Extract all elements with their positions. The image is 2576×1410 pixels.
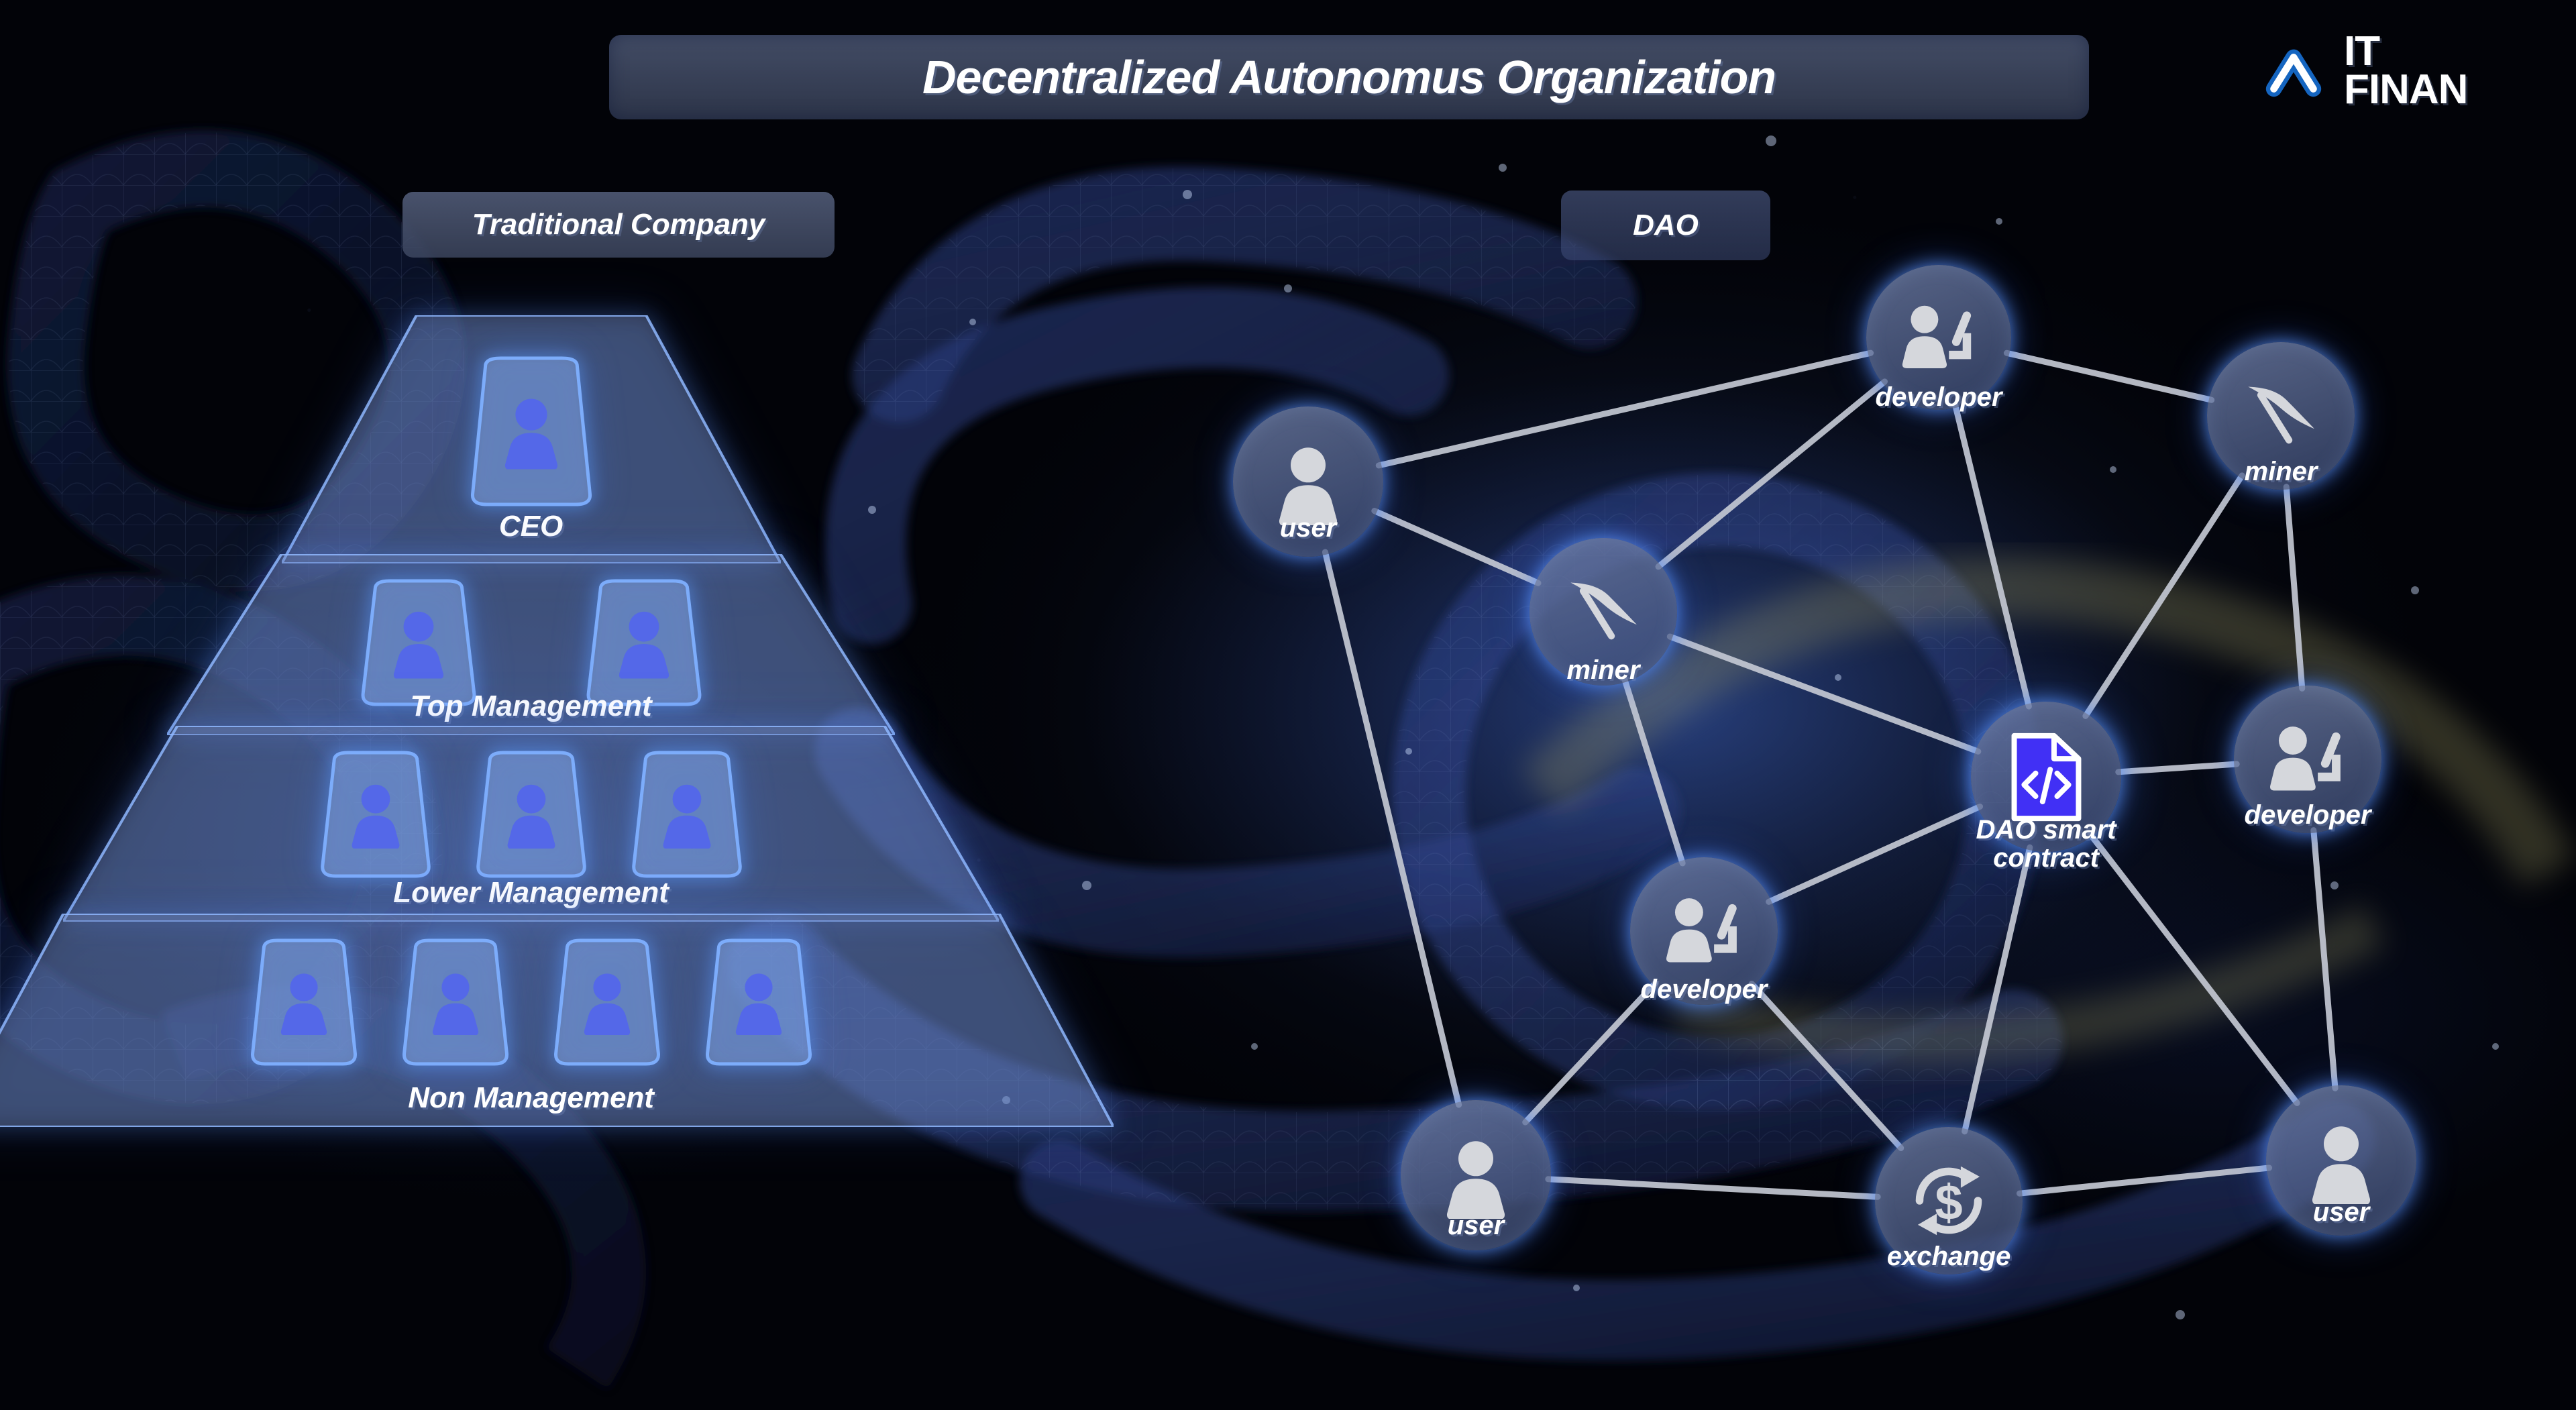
network-edge xyxy=(2310,827,2339,1091)
network-node-label: user xyxy=(1279,513,1337,543)
network-edge xyxy=(2003,349,2215,403)
svg-text:$: $ xyxy=(1935,1175,1962,1230)
dao-network-graph: user developer miner miner DAO smart con… xyxy=(0,0,2576,1410)
network-node-dao-smart-contract[interactable]: DAO smart contract xyxy=(1971,702,2121,872)
network-edge xyxy=(1655,378,1888,570)
network-edge xyxy=(1952,402,2032,710)
pickaxe-icon xyxy=(2248,386,2314,444)
exchange-icon: $ xyxy=(1915,1166,1982,1236)
network-node-developer-right[interactable]: developer xyxy=(2234,686,2381,833)
network-edge xyxy=(1748,980,1904,1152)
network-node-label: exchange xyxy=(1886,1242,2011,1271)
network-node-user-bottom-left[interactable]: user xyxy=(1401,1100,1551,1250)
network-edge xyxy=(1766,803,1984,905)
network-node-exchange[interactable]: $ exchange xyxy=(1875,1127,2023,1275)
network-edge xyxy=(2115,761,2240,775)
network-edge xyxy=(1545,1176,1881,1200)
network-node-label: DAO smart contract xyxy=(1976,815,2116,873)
network-edge xyxy=(2087,831,2300,1106)
network-edge xyxy=(1322,549,1462,1108)
network-node-label: developer xyxy=(2244,800,2371,830)
network-edge xyxy=(2283,484,2306,692)
network-edge xyxy=(2016,1164,2273,1197)
network-node-label: user xyxy=(1447,1211,1505,1240)
person-icon xyxy=(1279,447,1338,525)
person-icon xyxy=(1446,1141,1505,1219)
network-node-miner-mid-left[interactable]: miner xyxy=(1529,538,1677,686)
person-icon xyxy=(2312,1126,2371,1204)
network-node-miner-top-right[interactable]: miner xyxy=(2207,342,2355,490)
code-document-icon xyxy=(2011,733,2081,821)
network-node-label: developer xyxy=(1875,382,2002,412)
developer-icon xyxy=(1902,305,1971,368)
network-edge xyxy=(1375,349,1874,469)
network-node-label: developer xyxy=(1640,975,1768,1004)
pickaxe-icon xyxy=(1570,582,1637,640)
network-node-user-bottom-right[interactable]: user xyxy=(2266,1085,2416,1236)
network-edge xyxy=(1962,844,2033,1135)
network-node-label: miner xyxy=(1566,655,1640,685)
network-edge xyxy=(1371,508,1542,586)
network-node-developer-top[interactable]: developer xyxy=(1866,265,2011,412)
developer-icon xyxy=(1666,898,1737,963)
infographic-canvas: Decentralized Autonomus Organization IT … xyxy=(0,0,2576,1410)
network-node-label: miner xyxy=(2244,457,2318,486)
network-edge xyxy=(1666,633,1982,755)
network-node-user-top-left[interactable]: user xyxy=(1233,406,1383,557)
network-edge xyxy=(2082,472,2245,719)
network-node-label: user xyxy=(2312,1197,2370,1227)
network-edges xyxy=(1322,349,2339,1200)
developer-icon xyxy=(2270,726,2341,791)
network-node-developer-mid[interactable]: developer xyxy=(1630,857,1778,1005)
network-edge xyxy=(1621,676,1686,867)
